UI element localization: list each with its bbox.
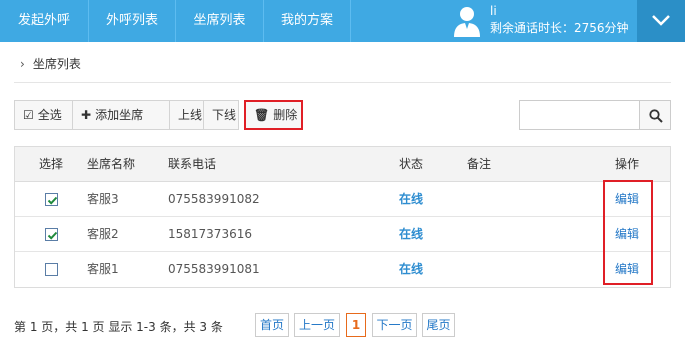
header-phone: 联系电话 bbox=[168, 157, 217, 171]
table-row: 客服2 15817373616 在线 编辑 bbox=[15, 217, 670, 252]
header-status: 状态 bbox=[399, 157, 424, 171]
select-all-label: 全选 bbox=[37, 108, 62, 122]
remaining-call-time: 剩余通话时长：2756分钟 bbox=[490, 21, 629, 35]
breadcrumb-current[interactable]: 坐席列表 bbox=[33, 57, 81, 71]
agent-status: 在线 bbox=[399, 262, 424, 276]
checkmark-icon bbox=[47, 231, 58, 240]
agent-name: 客服1 bbox=[87, 262, 119, 276]
agent-table: 选择 坐席名称 联系电话 状态 备注 操作 客服3 075583991082 在… bbox=[14, 146, 671, 288]
table-header: 选择 坐席名称 联系电话 状态 备注 操作 bbox=[15, 147, 670, 182]
trash-icon: 🗑 bbox=[254, 108, 270, 122]
checkbox-checked-icon: ☑ bbox=[23, 108, 34, 122]
delete-button[interactable]: 🗑 删除 bbox=[244, 100, 303, 130]
delete-label: 删除 bbox=[273, 108, 298, 122]
row-checkbox[interactable] bbox=[45, 193, 58, 206]
breadcrumb: › 坐席列表 bbox=[20, 55, 81, 72]
offline-button[interactable]: 下线 bbox=[203, 100, 239, 130]
plus-icon: ✚ bbox=[81, 108, 92, 122]
row-checkbox[interactable] bbox=[45, 228, 58, 241]
select-all-button[interactable]: ☑ 全选 bbox=[14, 100, 73, 130]
table-row: 客服3 075583991082 在线 编辑 bbox=[15, 182, 670, 217]
current-page-button[interactable]: 1 bbox=[346, 313, 366, 337]
agent-status: 在线 bbox=[399, 192, 424, 206]
online-button[interactable]: 上线 bbox=[169, 100, 204, 130]
search-button[interactable] bbox=[639, 100, 671, 130]
add-agent-button[interactable]: ✚ 添加坐席 bbox=[72, 100, 170, 130]
agent-phone: 15817373616 bbox=[168, 227, 252, 241]
agent-phone: 075583991081 bbox=[168, 262, 260, 276]
chevron-down-icon bbox=[652, 15, 670, 26]
header-action: 操作 bbox=[615, 157, 640, 171]
user-menu-toggle[interactable] bbox=[637, 0, 685, 42]
next-page-button[interactable]: 下一页 bbox=[372, 313, 417, 337]
user-avatar-icon bbox=[452, 5, 482, 37]
nav-item-call-list[interactable]: 外呼列表 bbox=[89, 0, 176, 42]
add-agent-label: 添加坐席 bbox=[95, 108, 144, 122]
agent-name: 客服2 bbox=[87, 227, 119, 241]
nav-item-my-plan[interactable]: 我的方案 bbox=[264, 0, 351, 42]
checkmark-icon bbox=[47, 196, 58, 205]
nav-item-agent-list[interactable]: 坐席列表 bbox=[176, 0, 264, 42]
search-icon bbox=[649, 109, 663, 123]
action-column-highlight bbox=[603, 180, 653, 285]
top-nav-bar: 发起外呼 外呼列表 坐席列表 我的方案 li 剩余通话时长：2756分钟 bbox=[0, 0, 685, 42]
table-row: 客服1 075583991081 在线 编辑 bbox=[15, 252, 670, 287]
header-name: 坐席名称 bbox=[87, 157, 136, 171]
pagination-info: 第 1 页，共 1 页 显示 1-3 条，共 3 条 bbox=[14, 320, 223, 334]
header-note: 备注 bbox=[467, 157, 492, 171]
agent-name: 客服3 bbox=[87, 192, 119, 206]
prev-page-button[interactable]: 上一页 bbox=[294, 313, 340, 337]
row-checkbox[interactable] bbox=[45, 263, 58, 276]
agent-status: 在线 bbox=[399, 227, 424, 241]
divider bbox=[14, 82, 671, 83]
agent-phone: 075583991082 bbox=[168, 192, 260, 206]
search-input[interactable] bbox=[519, 100, 640, 130]
first-page-button[interactable]: 首页 bbox=[255, 313, 289, 337]
header-select: 选择 bbox=[39, 157, 64, 171]
user-name: li bbox=[490, 4, 497, 18]
chevron-right-icon: › bbox=[20, 57, 25, 71]
last-page-button[interactable]: 尾页 bbox=[422, 313, 455, 337]
nav-item-start-call[interactable]: 发起外呼 bbox=[0, 0, 89, 42]
